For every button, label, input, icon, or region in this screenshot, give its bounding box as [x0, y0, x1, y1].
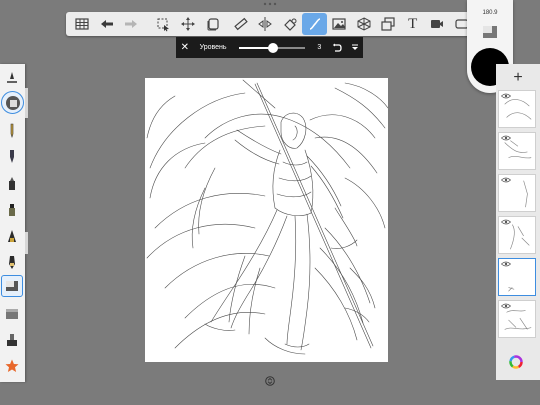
redo-icon [125, 20, 138, 28]
layer-preview [523, 180, 528, 208]
stamp-tool[interactable] [2, 330, 22, 350]
layer-preview [508, 287, 515, 292]
layer-thumbnail[interactable] [498, 132, 536, 170]
add-layer-button[interactable]: + [496, 68, 540, 88]
text-button[interactable]: T [400, 13, 425, 35]
layer-thumbnail[interactable] [498, 174, 536, 212]
level-value: 3 [317, 44, 322, 51]
level-slider[interactable] [238, 42, 305, 53]
drawing-canvas[interactable] [145, 78, 388, 362]
airbrush-tool[interactable] [2, 226, 22, 246]
ruler-icon [234, 17, 248, 31]
airbrush-icon [8, 230, 16, 242]
smudge-icon [9, 256, 15, 269]
smudge-tool[interactable] [2, 252, 22, 272]
color-readout: 180.9 [482, 10, 498, 16]
blender-icon [6, 309, 18, 319]
gallery-icon [75, 18, 89, 30]
ink-pen-tool[interactable] [2, 146, 22, 166]
ruler-button[interactable] [229, 13, 254, 35]
close-level-bar-button[interactable]: ✕ [178, 42, 192, 53]
reset-icon [332, 43, 342, 52]
symmetry-icon [258, 17, 273, 31]
undo-icon [100, 20, 113, 28]
marker-icon [9, 177, 15, 190]
selection-button[interactable] [151, 13, 176, 35]
color-mode-icon[interactable] [482, 25, 498, 39]
brush-preview-tool[interactable] [1, 91, 24, 114]
level-menu-button[interactable] [347, 40, 363, 56]
palette-edge-tab[interactable] [25, 88, 28, 118]
marker-tool[interactable] [2, 174, 22, 194]
stamp-icon [7, 334, 17, 346]
palette-edge-tab-lower[interactable] [25, 232, 28, 254]
symmetry-button[interactable] [253, 13, 278, 35]
layer-thumbnail[interactable] [498, 90, 536, 128]
brush-preview-icon [5, 95, 20, 110]
gallery-button[interactable] [70, 13, 95, 35]
chevron-down-icon [352, 44, 359, 50]
top-toolbar: T [66, 12, 474, 36]
drag-handle-icon[interactable] [262, 2, 278, 6]
brush-size-tool[interactable] [2, 68, 22, 88]
layer-preview [504, 140, 532, 159]
paste-button[interactable] [376, 13, 401, 35]
curve-button[interactable] [302, 13, 327, 35]
ink-pen-icon [10, 150, 14, 163]
pencil-tool[interactable] [2, 120, 22, 140]
fill-icon [284, 18, 297, 31]
layer-preview [510, 224, 530, 250]
level-reset-button[interactable] [326, 40, 347, 56]
eraser-tool[interactable] [1, 275, 23, 297]
layer-preview [504, 310, 532, 330]
import-image-button[interactable] [327, 13, 352, 35]
favorites-tool[interactable] [2, 356, 22, 376]
layer-thumbnail[interactable] [498, 300, 536, 338]
level-slider-knob[interactable] [267, 42, 278, 53]
redo-button[interactable] [119, 13, 144, 35]
video-button[interactable] [425, 13, 450, 35]
perspective-button[interactable] [351, 13, 376, 35]
star-icon [5, 359, 19, 372]
ui-toggle-icon[interactable] [265, 376, 275, 386]
paint-brush-icon [9, 204, 15, 216]
text-icon: T [408, 15, 418, 32]
curve-icon [309, 18, 320, 30]
color-wheel-icon[interactable] [509, 355, 523, 369]
blender-tool[interactable] [2, 304, 22, 324]
layers-icon [207, 18, 219, 31]
brush-palette [0, 64, 25, 382]
layer-thumbnail[interactable] [498, 216, 536, 254]
paint-brush-tool[interactable] [2, 200, 22, 220]
brush-level-bar: ✕ Уровень 3 [176, 37, 363, 58]
level-label: Уровень [199, 44, 227, 51]
pencil-icon [10, 123, 14, 138]
layer-thumbnail[interactable] [498, 258, 536, 296]
perspective-icon [357, 17, 371, 31]
video-icon [431, 20, 444, 28]
brush-size-icon [7, 72, 17, 83]
undo-button[interactable] [95, 13, 120, 35]
paste-icon [381, 17, 395, 31]
eraser-icon [6, 281, 18, 291]
layers-panel: + [496, 64, 540, 380]
selection-icon [157, 18, 170, 32]
transform-button[interactable] [176, 13, 201, 35]
transform-icon [181, 17, 195, 31]
fill-button[interactable] [278, 13, 303, 35]
layer-stack-button[interactable] [200, 13, 225, 35]
import-image-icon [332, 18, 346, 30]
layer-preview [504, 99, 532, 120]
